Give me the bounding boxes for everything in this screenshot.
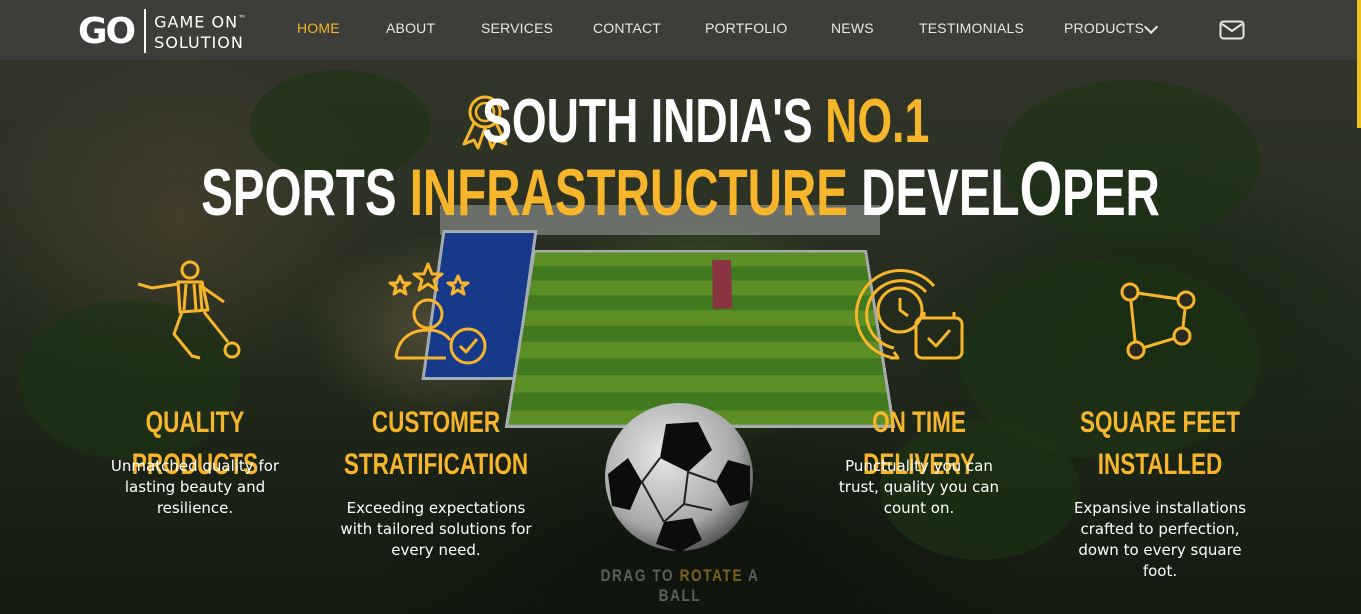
nav-testimonials[interactable]: TESTIMONIALS [919,20,1024,36]
area-polygon-icon [1116,278,1202,368]
headline-text: DEVELOPER [861,147,1160,232]
nav-services[interactable]: SERVICES [481,20,553,36]
rotatable-soccer-ball[interactable] [604,402,754,556]
headline-text: SPORTS [201,155,397,229]
feature-title-line: STRATIFICATION [343,448,529,481]
logo-line2: SOLUTION [154,32,244,52]
feature-description: Exceeding expectations with tailored sol… [340,499,532,559]
feature-description: Expansive installations crafted to perfe… [1073,499,1247,580]
feature-title-line: CUSTOMER [371,406,501,439]
logo-line1: GAME ON [154,12,239,32]
customer-stars-icon [384,262,494,376]
logo-mark: GO [78,10,136,52]
clock-check-icon [850,262,966,370]
top-navigation-bar: GO GAME ON™ SOLUTION HOME ABOUT SERVICES… [0,0,1361,60]
feature-title-line: INSTALLED [1097,448,1223,481]
feature-title-line: SQUARE FEET [1079,406,1241,439]
headline-highlight: INFRASTRUCTURE [409,155,848,229]
chevron-down-icon[interactable] [1143,19,1159,35]
feature-description: Unmatched quality for lasting beauty and… [110,457,280,517]
nav-products[interactable]: PRODUCTS [1064,20,1144,36]
nav-portfolio[interactable]: PORTFOLIO [705,20,787,36]
nav-about[interactable]: ABOUT [386,20,435,36]
brand-logo[interactable]: GO GAME ON™ SOLUTION [78,8,247,54]
logo-divider [144,9,147,53]
mail-icon[interactable] [1219,20,1245,44]
feature-title: SQUARE FEET INSTALLED [1060,402,1261,486]
headline-line-2: SPORTS INFRASTRUCTURE DEVELOPER [191,146,1171,233]
logo-trademark: ™ [238,14,248,24]
football-player-icon [134,258,244,372]
feature-title: CUSTOMER STRATIFICATION [334,402,538,486]
nav-home[interactable]: HOME [297,20,340,36]
drag-to-rotate-hint: DRAG TO ROTATE A BALL [600,566,760,605]
scrollbar[interactable] [1357,0,1361,128]
nav-contact[interactable]: CONTACT [593,20,661,36]
nav-news[interactable]: NEWS [831,20,874,36]
feature-description: Punctuality you can trust, quality you c… [838,457,1000,517]
logo-wordmark: GAME ON™ SOLUTION [154,9,247,52]
